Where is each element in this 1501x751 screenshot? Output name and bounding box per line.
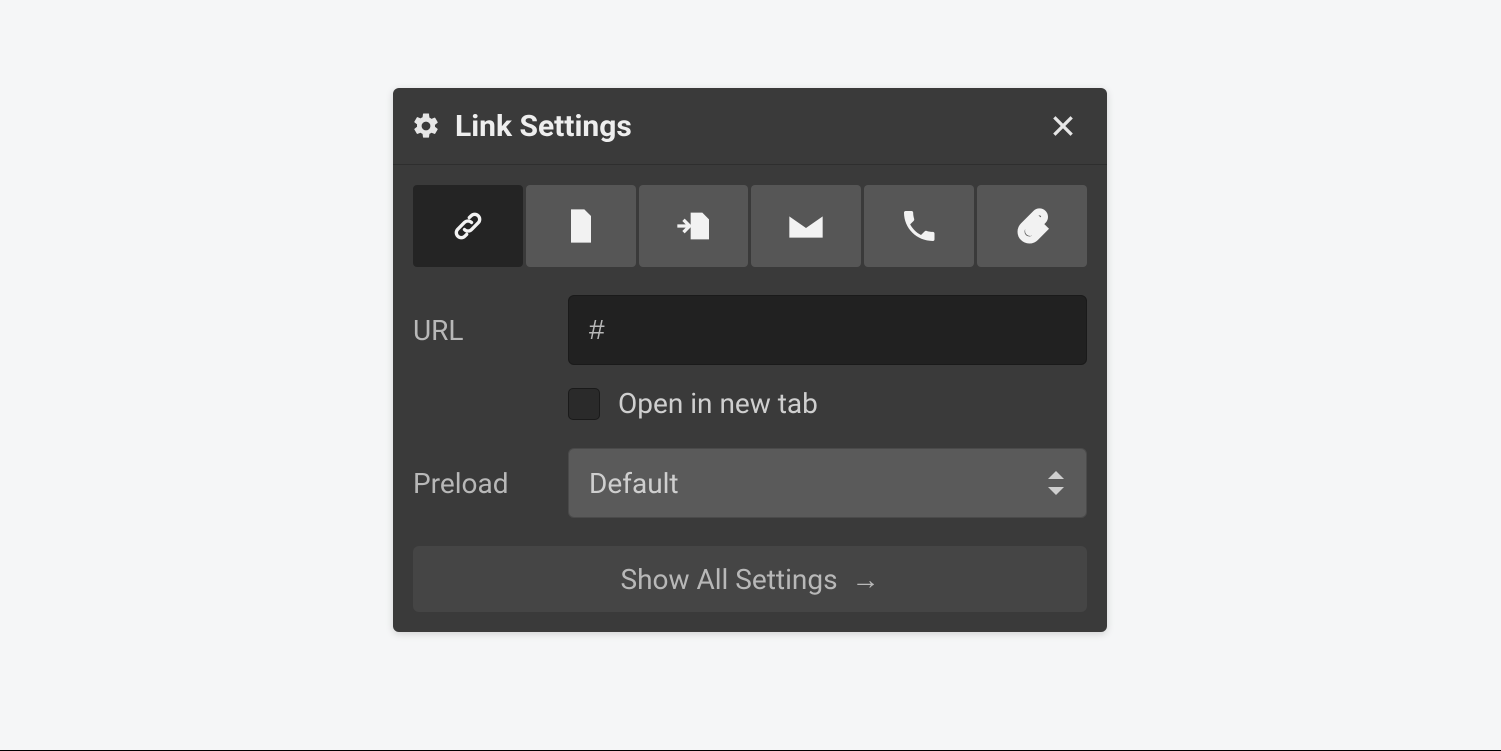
tab-phone[interactable] — [864, 185, 974, 267]
preload-label: Preload — [413, 467, 568, 500]
arrow-right-icon: → — [852, 563, 880, 596]
url-row: URL — [413, 295, 1087, 365]
page-icon — [561, 206, 601, 246]
close-icon — [1050, 113, 1076, 139]
attachment-icon — [1012, 206, 1052, 246]
open-new-tab-label[interactable]: Open in new tab — [618, 387, 818, 420]
tab-email[interactable] — [751, 185, 861, 267]
close-button[interactable] — [1043, 106, 1083, 146]
page-section-icon — [674, 206, 714, 246]
phone-icon — [899, 206, 939, 246]
tab-page-section[interactable] — [639, 185, 749, 267]
preload-row: Preload Default — [413, 448, 1087, 518]
tab-page[interactable] — [526, 185, 636, 267]
fields-area: URL Open in new tab Preload Default — [393, 267, 1107, 538]
tab-file[interactable] — [977, 185, 1087, 267]
show-all-settings-label: Show All Settings — [620, 563, 837, 596]
panel-header: Link Settings — [393, 88, 1107, 165]
email-icon — [786, 206, 826, 246]
link-type-tabs — [393, 165, 1107, 267]
preload-select[interactable]: Default — [568, 448, 1087, 518]
show-all-settings-button[interactable]: Show All Settings → — [413, 546, 1087, 612]
tab-link[interactable] — [413, 185, 523, 267]
url-label: URL — [413, 314, 568, 347]
link-settings-panel: Link Settings — [393, 88, 1107, 632]
panel-title: Link Settings — [455, 109, 1043, 144]
open-new-tab-row: Open in new tab — [568, 387, 1087, 420]
url-input[interactable] — [568, 295, 1087, 365]
select-caret-icon — [1046, 471, 1066, 495]
gear-icon — [411, 111, 441, 141]
open-new-tab-checkbox[interactable] — [568, 388, 600, 420]
preload-value: Default — [589, 467, 1046, 500]
link-icon — [448, 206, 488, 246]
